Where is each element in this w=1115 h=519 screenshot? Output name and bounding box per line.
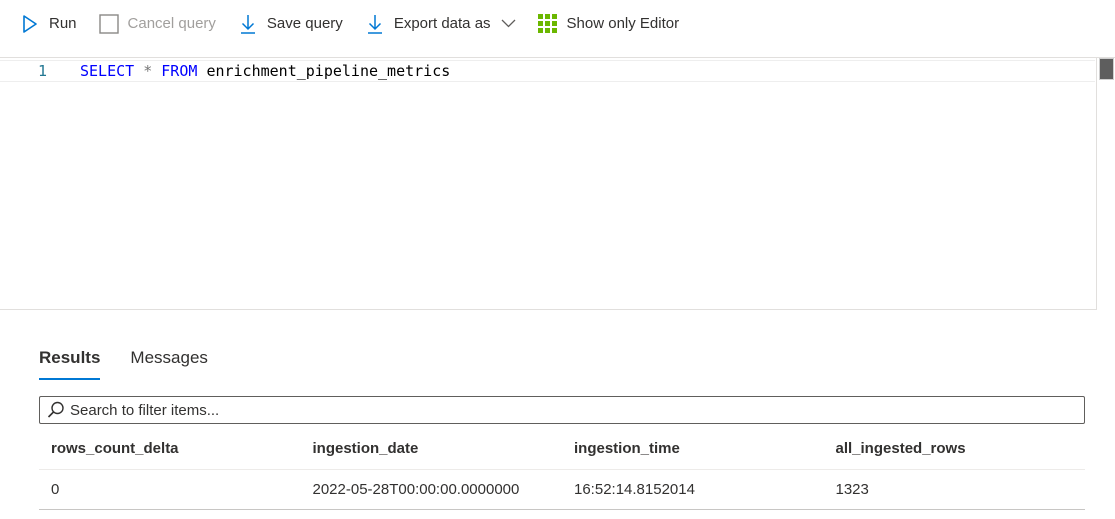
show-only-editor-label: Show only Editor — [566, 15, 680, 32]
save-query-button[interactable]: Save query — [238, 9, 343, 39]
table-cell: 0 — [51, 481, 60, 498]
table-header-row: rows_count_delta ingestion_date ingestio… — [39, 428, 1085, 470]
operator-star: * — [143, 62, 153, 80]
run-button[interactable]: Run — [20, 9, 77, 39]
query-toolbar: Run Cancel query Save query Export data … — [0, 0, 1115, 47]
export-data-label: Export data as — [393, 15, 491, 32]
editor-line[interactable]: 1 SELECT * FROM enrichment_pipeline_metr… — [0, 60, 1095, 82]
table-identifier: enrichment_pipeline_metrics — [206, 62, 451, 80]
search-icon — [47, 401, 65, 419]
results-tabs: Results Messages — [39, 343, 238, 380]
run-icon — [20, 14, 40, 34]
table-cell: 2022-05-28T00:00:00.0000000 — [312, 481, 520, 498]
column-header[interactable]: ingestion_date — [301, 440, 563, 457]
table-cell: 1323 — [835, 481, 869, 498]
chevron-down-icon — [501, 19, 516, 28]
editor-scrollbar-thumb[interactable] — [1099, 58, 1114, 80]
table-row[interactable]: 0 2022-05-28T00:00:00.0000000 16:52:14.8… — [39, 470, 1085, 510]
save-query-label: Save query — [266, 15, 343, 32]
show-only-editor-button[interactable]: Show only Editor — [538, 9, 680, 39]
keyword-select: SELECT — [80, 62, 135, 80]
filter-box[interactable] — [39, 396, 1085, 424]
tab-results[interactable]: Results — [39, 343, 101, 380]
grid-icon — [538, 14, 558, 34]
column-header[interactable]: rows_count_delta — [39, 440, 301, 457]
keyword-from: FROM — [161, 62, 198, 80]
column-header[interactable]: ingestion_time — [562, 440, 824, 457]
results-table: rows_count_delta ingestion_date ingestio… — [39, 428, 1085, 510]
export-data-dropdown[interactable]: Export data as — [365, 9, 516, 39]
cancel-query-button[interactable]: Cancel query — [98, 9, 216, 39]
cancel-checkbox-icon — [98, 13, 119, 34]
run-label: Run — [49, 15, 77, 32]
export-download-icon — [365, 14, 385, 34]
query-editor[interactable]: 1 SELECT * FROM enrichment_pipeline_metr… — [0, 58, 1115, 310]
save-download-icon — [238, 14, 258, 34]
tab-messages[interactable]: Messages — [130, 343, 207, 380]
column-header[interactable]: all_ingested_rows — [824, 440, 1086, 457]
search-input[interactable] — [70, 401, 1030, 419]
code-text: SELECT * FROM enrichment_pipeline_metric… — [80, 62, 450, 80]
table-cell: 16:52:14.8152014 — [574, 481, 695, 498]
line-number: 1 — [38, 62, 48, 80]
cancel-query-label: Cancel query — [127, 15, 216, 32]
editor-scrollbar[interactable] — [1096, 58, 1115, 310]
